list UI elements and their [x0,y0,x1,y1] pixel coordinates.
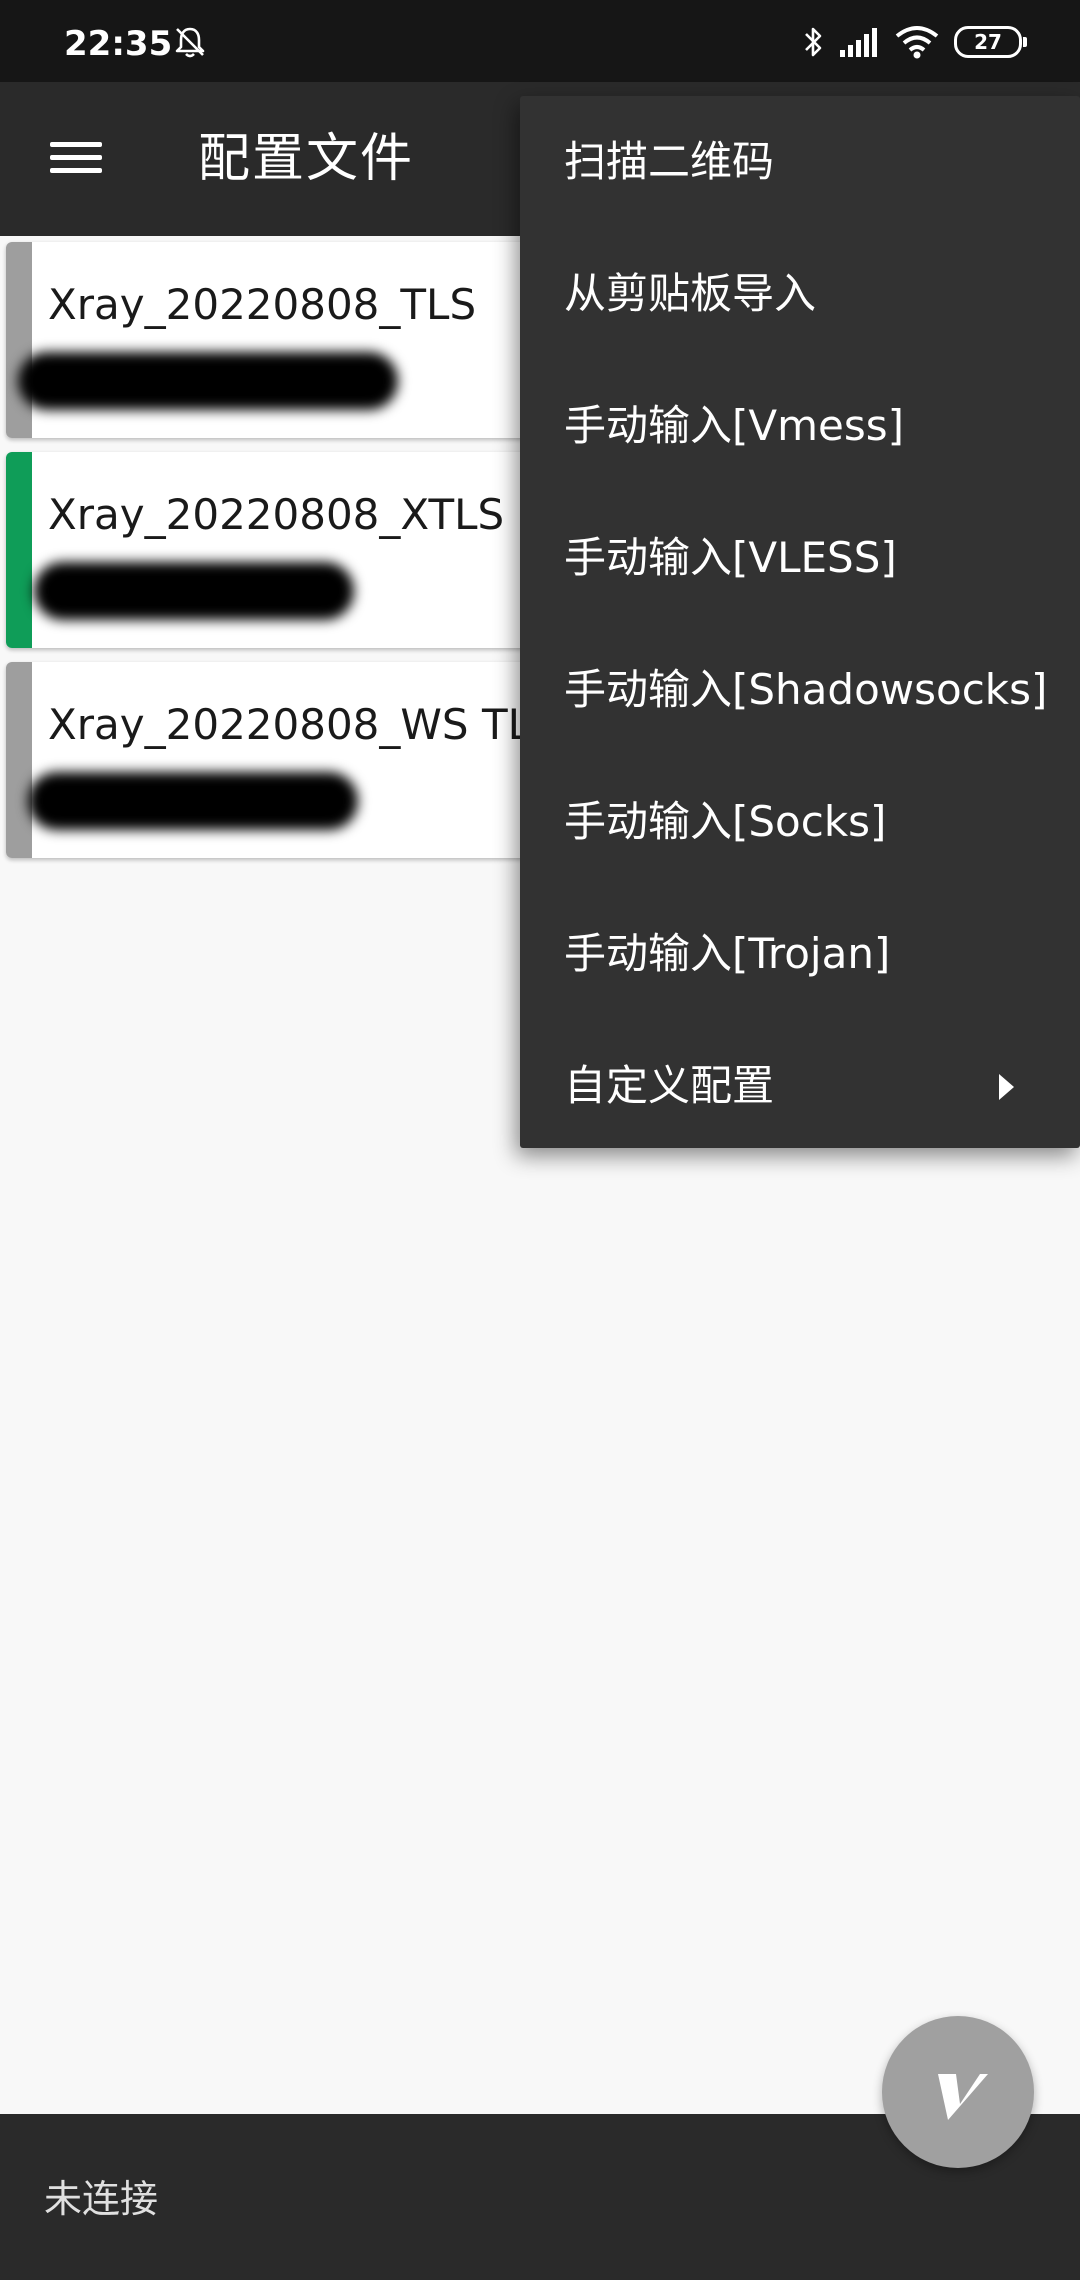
redacted-address [28,772,358,830]
status-time: 22:35 [64,24,173,64]
hamburger-menu-icon[interactable] [44,134,108,184]
server-status-indicator [6,662,32,858]
server-name: Xray_20220808_XTLS [48,490,505,539]
menu-item-custom-config-label: 自定义配置 [564,1061,775,1110]
page-title: 配置文件 [198,129,415,189]
menu-item-manual-vless[interactable]: 手动输入[VLESS] [520,492,1080,624]
redacted-address [18,352,398,410]
menu-item-scan-qr[interactable]: 扫描二维码 [520,96,1080,228]
menu-item-manual-socks[interactable]: 手动输入[Socks] [520,756,1080,888]
battery-indicator: 27 [954,26,1027,58]
server-name: Xray_20220808_TLS [48,280,477,329]
status-right-group: 27 [802,22,1027,62]
server-status-indicator [6,452,32,648]
redacted-address [34,562,354,620]
v2rayng-logo-icon [938,2074,988,2120]
menu-item-manual-shadowsocks[interactable]: 手动输入[Shadowsocks] [520,624,1080,756]
server-name: Xray_20220808_WS TLS [48,700,558,749]
chevron-right-icon [999,1074,1014,1100]
menu-item-manual-trojan[interactable]: 手动输入[Trojan] [520,888,1080,1020]
menu-item-import-clipboard[interactable]: 从剪贴板导入 [520,228,1080,360]
server-status-indicator [6,242,32,438]
overflow-menu: 扫描二维码 从剪贴板导入 手动输入[Vmess] 手动输入[VLESS] 手动输… [520,96,1080,1148]
connect-fab-button[interactable] [882,2016,1034,2168]
status-bar: 22:35 27 [0,0,1080,82]
connection-status-text: 未连接 [44,2177,159,2221]
bluetooth-icon [805,27,822,57]
menu-item-manual-vmess[interactable]: 手动输入[Vmess] [520,360,1080,492]
signal-icon [840,28,877,57]
wifi-icon [895,26,939,59]
menu-item-custom-config[interactable]: 自定义配置 [520,1020,1080,1152]
bell-off-icon [175,27,205,58]
app-root: 22:35 27 配置文件 Xray_20220808_TLS Xray_202… [0,0,1080,2280]
